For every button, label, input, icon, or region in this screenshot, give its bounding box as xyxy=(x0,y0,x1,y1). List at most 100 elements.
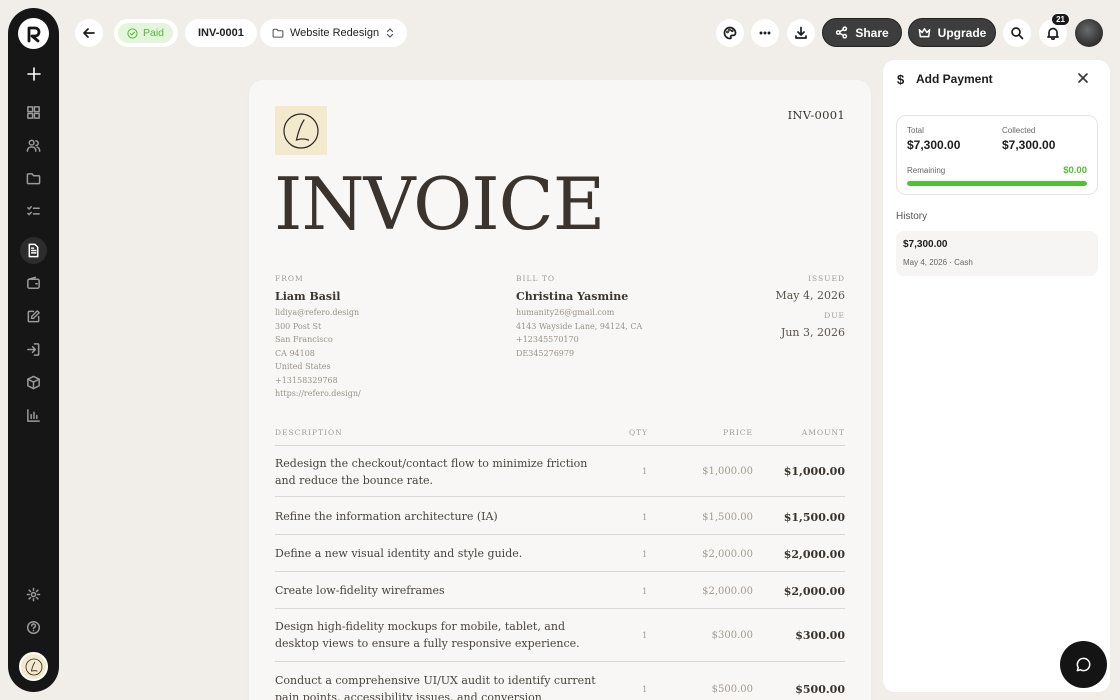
item-description: Define a new visual identity and style g… xyxy=(275,547,523,560)
table-row: Define a new visual identity and style g… xyxy=(275,535,845,572)
invoice-id-pill[interactable]: INV-0001 xyxy=(185,19,257,47)
notifications-button[interactable]: 21 xyxy=(1039,13,1070,47)
from-line: San Francisco xyxy=(275,335,333,344)
wallet-icon xyxy=(27,276,40,289)
chevron-up-down-icon xyxy=(386,28,394,38)
history-amount: $7,300.00 xyxy=(903,239,948,250)
from-line: +13158329768 xyxy=(275,375,338,385)
users-icon xyxy=(26,139,41,152)
palette-icon xyxy=(723,26,737,40)
app-logo[interactable] xyxy=(18,18,49,49)
item-price: $300.00 xyxy=(711,630,753,641)
item-qty: 1 xyxy=(642,631,648,641)
invoice-title: INVOICE xyxy=(274,162,605,246)
nav-payments[interactable] xyxy=(20,270,47,297)
bill-to-name: Christina Yasmine xyxy=(516,290,629,303)
remaining-label: Remaining xyxy=(907,166,946,175)
bill-to-section: BILL TO Christina Yasmine humanity26@gma… xyxy=(516,274,642,360)
nav-projects[interactable] xyxy=(20,165,47,192)
item-description: Conduct a comprehensive UI/UX audit to i… xyxy=(275,674,596,700)
help-icon xyxy=(26,620,41,635)
share-button[interactable]: Share xyxy=(822,18,902,47)
nav-invoices[interactable] xyxy=(20,237,47,264)
invoice-icon xyxy=(28,243,39,258)
table-row: Redesign the checkout/contact flow to mi… xyxy=(275,447,845,497)
upgrade-button[interactable]: Upgrade xyxy=(908,18,996,47)
theme-button[interactable] xyxy=(716,19,744,47)
folder-icon xyxy=(26,173,41,185)
item-price: $1,500.00 xyxy=(702,512,753,523)
search-icon xyxy=(1011,27,1024,40)
plus-icon xyxy=(26,66,41,81)
item-qty: 1 xyxy=(642,513,648,523)
nav-contracts[interactable] xyxy=(20,303,47,330)
nav-dashboard[interactable] xyxy=(20,99,47,126)
collected-label: Collected xyxy=(1002,126,1036,135)
sidebar xyxy=(8,8,59,692)
from-line: https://refero.design/ xyxy=(275,389,361,398)
project-selector[interactable]: Website Redesign xyxy=(260,19,408,47)
from-line: CA 94108 xyxy=(275,348,315,358)
nav-tasks[interactable] xyxy=(20,198,47,225)
nav-import[interactable] xyxy=(20,336,47,363)
history-item[interactable]: $7,300.00 May 4, 2026 · Cash xyxy=(896,231,1098,276)
search-button[interactable] xyxy=(1003,19,1031,47)
arrow-left-icon xyxy=(83,28,95,38)
chat-bubble-icon xyxy=(1076,657,1091,672)
nav-clients[interactable] xyxy=(20,132,47,159)
add-new-button[interactable] xyxy=(20,60,47,87)
share-label: Share xyxy=(855,25,889,40)
from-label: FROM xyxy=(275,274,304,283)
from-section: FROM Liam Basil lidiya@refero.design 300… xyxy=(275,274,361,401)
close-panel-button[interactable] xyxy=(1077,71,1093,87)
dashboard-icon xyxy=(27,106,40,119)
item-qty: 1 xyxy=(642,587,648,597)
item-amount: $1,000.00 xyxy=(783,465,845,478)
item-description: Design high-fidelity mockups for mobile,… xyxy=(275,620,580,650)
due-date: Jun 3, 2026 xyxy=(780,326,845,339)
profile-avatar[interactable] xyxy=(1075,19,1103,47)
item-description: Refine the information architecture (IA) xyxy=(275,510,498,523)
status-badge[interactable]: Paid xyxy=(114,19,178,47)
chat-button[interactable] xyxy=(1060,641,1107,688)
total-value: $7,300.00 xyxy=(907,138,961,152)
box-icon xyxy=(27,375,40,390)
item-amount: $300.00 xyxy=(795,629,845,642)
upgrade-label: Upgrade xyxy=(937,25,987,40)
total-label: Total xyxy=(907,126,924,135)
add-payment-panel: $ Add Payment Total $7,300.00 Collected … xyxy=(883,60,1110,692)
item-description: Redesign the checkout/contact flow to mi… xyxy=(275,457,588,487)
remaining-value: $0.00 xyxy=(1063,165,1087,176)
bill-to-line: humanity26@gmail.com xyxy=(516,308,615,317)
edit-icon xyxy=(27,310,40,323)
payment-progress-bar xyxy=(907,181,1087,186)
issued-label: ISSUED xyxy=(808,274,845,283)
download-button[interactable] xyxy=(787,19,815,47)
collected-value: $7,300.00 xyxy=(1002,138,1056,152)
paid-status: Paid xyxy=(118,23,174,43)
share-icon xyxy=(836,26,848,39)
line-items-header: DESCRIPTION QTY PRICE AMOUNT xyxy=(275,428,845,446)
from-name: Liam Basil xyxy=(275,290,341,303)
settings-icon xyxy=(26,587,41,602)
item-qty: 1 xyxy=(642,467,648,477)
nav-reports[interactable] xyxy=(20,402,47,429)
nav-help[interactable] xyxy=(20,614,47,641)
monogram-logo-icon xyxy=(25,658,42,675)
nav-settings[interactable] xyxy=(20,581,47,608)
bill-to-line: DE345276979 xyxy=(516,348,575,358)
payment-progress-fill xyxy=(907,181,1087,186)
column-price: PRICE xyxy=(723,428,753,437)
bill-to-line: 4143 Wayside Lane, 94124, CA xyxy=(516,321,643,331)
item-price: $2,000.00 xyxy=(702,549,753,560)
more-options-button[interactable] xyxy=(751,19,779,47)
back-button[interactable] xyxy=(75,19,103,47)
nav-products[interactable] xyxy=(20,369,47,396)
company-logo xyxy=(275,106,327,155)
dates-section: ISSUED May 4, 2026 DUE Jun 3, 2026 xyxy=(775,274,845,348)
user-avatar[interactable] xyxy=(19,652,48,681)
table-row: Create low-fidelity wireframes 1 $2,000.… xyxy=(275,572,845,609)
bill-to-line: +12345570170 xyxy=(516,335,579,344)
item-amount: $1,500.00 xyxy=(783,511,845,524)
panel-title: Add Payment xyxy=(916,72,993,86)
